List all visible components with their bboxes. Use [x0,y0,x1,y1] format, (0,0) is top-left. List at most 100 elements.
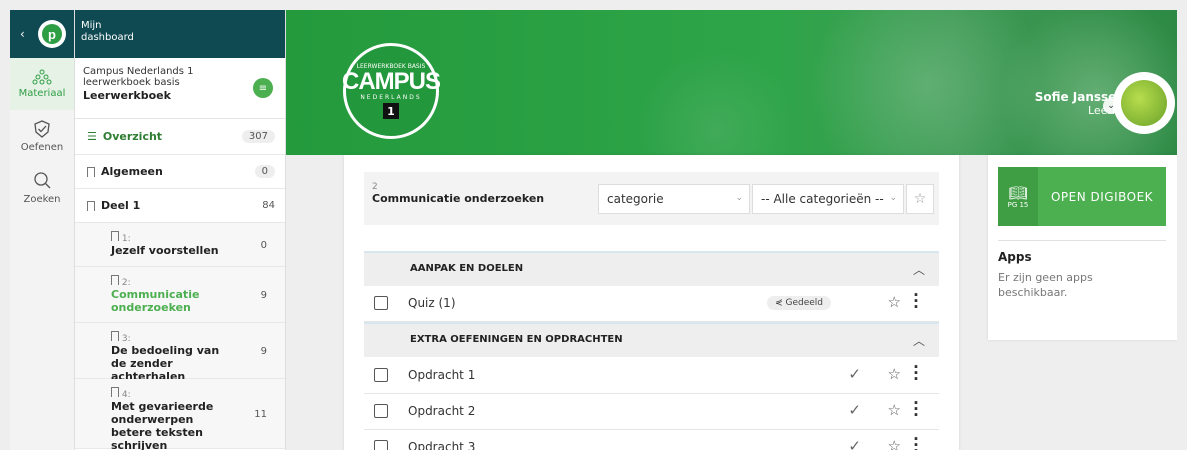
star-icon[interactable]: ☆ [888,437,901,450]
item-title: Opdracht 2 [408,404,476,418]
more-icon[interactable]: ··· [913,432,919,450]
rail-item-label: Oefenen [20,142,64,153]
item-count: 0 [254,165,275,178]
sidebar-item-label: Algemeen [101,165,163,178]
select-value: -- Alle categorieën -- [761,192,884,206]
sidebar-subitem-4[interactable]: 4: Met gevarieerde onderwerpen betere te… [75,379,285,450]
section-aanpak[interactable]: AANPAK EN DOELEN ︿ [364,251,939,286]
divider [998,240,1166,241]
star-icon[interactable]: ☆ [888,365,901,383]
subitem-number: 1: [111,231,285,244]
subitem-number: 3: [111,331,285,344]
item-title: Quiz (1) [408,296,456,310]
item-title: Opdracht 3 [408,440,476,450]
main-area: LEERWERKBOEK BASIS CAMPUS NEDERLANDS 1 S… [286,10,1177,450]
star-icon[interactable]: ☆ [888,401,901,419]
list-item-opdracht-2[interactable]: Opdracht 2 ✓ ☆ · · · [364,394,939,430]
more-icon[interactable]: ··· [913,396,919,423]
app-frame: ‹ p Materiaal Oefenen Zoeken Mijn dashbo… [10,10,1177,450]
sidebar-item-label: Overzicht [102,130,163,143]
hero-banner: LEERWERKBOEK BASIS CAMPUS NEDERLANDS 1 S… [286,10,1177,155]
checkbox-icon [374,368,388,382]
search-icon [34,172,51,189]
bookmark-icon [87,166,95,177]
list-item-opdracht-3[interactable]: Opdracht 3 ✓ ☆ ··· [364,430,939,450]
sidebar-item-overzicht[interactable]: ☰ Overzicht 307 [75,119,285,155]
more-icon[interactable]: ··· [913,360,919,387]
select-value: categorie [607,192,664,206]
nav-rail: ‹ p Materiaal Oefenen Zoeken [10,10,75,450]
book-menu-button[interactable]: ≡ [253,78,273,98]
chevron-up-icon[interactable]: ︿ [913,332,925,349]
star-icon[interactable]: ☆ [888,293,901,311]
bookmark-icon [111,331,119,341]
checkbox-icon [374,404,388,418]
share-icon: ⋞ [775,298,783,308]
bookmark-icon [111,275,119,285]
rail-header: ‹ p [10,10,74,58]
chapter-sidebar: Mijn dashboard Campus Nederlands 1 leerw… [75,10,286,450]
item-count: 11 [254,408,267,420]
check-badge-icon[interactable]: ✓ [848,437,861,450]
book-icon: 📖︎ [1008,183,1028,202]
content-card: 2 Communicatie onderzoeken categorie ⌄ -… [344,155,959,450]
campus-logo: LEERWERKBOEK BASIS CAMPUS NEDERLANDS 1 [342,43,441,139]
chapter-number: 2 [372,182,378,192]
chapter-label: 2 Communicatie onderzoeken [372,182,544,205]
app-logo[interactable]: p [38,20,66,48]
dashboard-link[interactable]: Mijn dashboard [75,10,285,58]
bookmark-icon [111,231,119,241]
more-icon[interactable]: ··· [913,288,919,315]
item-title: Opdracht 1 [408,368,476,382]
chevron-up-icon[interactable]: ︿ [913,261,925,278]
logo-number: 1 [383,103,399,119]
calendar-icon [374,296,388,310]
logo-title: CAMPUS [342,68,441,95]
sidebar-subitem-3[interactable]: 3: De bedoeling van de zender achterhale… [75,323,285,383]
check-badge-icon[interactable]: ✓ [848,401,861,419]
sidebar-subitem-1[interactable]: 1: Jezelf voorstellen 0 [75,223,285,267]
item-count: 307 [241,130,275,143]
check-badge-icon [34,120,50,138]
chevron-down-icon: ⌄ [889,193,897,203]
digiboek-label: OPEN DIGIBOEK [1050,189,1154,204]
banner-photo [637,50,797,155]
rail-item-label: Materiaal [18,88,66,99]
check-badge-icon[interactable]: ✓ [848,365,861,383]
subitem-title: Jezelf voorstellen [111,244,219,257]
shared-badge: ⋞ Gedeeld [767,296,831,310]
sidebar-subitem-2[interactable]: 2: Communicatie onderzoeken 9 [75,267,285,323]
item-count: 9 [260,345,267,357]
apps-empty-text: Er zijn geen apps beschikbaar. [998,271,1093,299]
rail-item-label: Zoeken [23,194,61,205]
star-icon: ☆ [913,191,927,207]
sidebar-item-algemeen[interactable]: Algemeen 0 [75,155,285,189]
avatar[interactable] [1113,72,1175,134]
sidebar-item-deel1[interactable]: Deel 1 84 [75,189,285,223]
subitem-title: Communicatie onderzoeken [111,288,200,314]
item-count: 9 [260,289,267,301]
logo-subtitle: NEDERLANDS [360,94,422,101]
book-header: Campus Nederlands 1 leerwerkboek basis L… [75,58,285,119]
subitem-title: Met gevarieerde onderwerpen betere tekst… [111,400,214,450]
favorite-filter-button[interactable]: ☆ [906,184,934,214]
rail-item-materiaal[interactable]: Materiaal [10,58,74,110]
chevron-down-icon[interactable]: ⌄ [1103,98,1119,114]
checkbox-icon [374,440,388,450]
book-title: Leerwerkboek [83,89,171,102]
section-extra[interactable]: EXTRA OEFENINGEN EN OPDRACHTEN ︿ [364,322,939,357]
back-button[interactable]: ‹ [20,27,32,41]
rail-item-oefenen[interactable]: Oefenen [10,110,74,162]
side-panel: 📖︎ PG 15 OPEN DIGIBOEK Apps Er zijn geen… [988,155,1177,340]
list-item-opdracht-1[interactable]: Opdracht 1 ✓ ☆ · · · [364,358,939,394]
apps-title: Apps [998,250,1032,264]
filter-bar: 2 Communicatie onderzoeken categorie ⌄ -… [364,172,939,225]
bookmark-icon [87,200,95,211]
avatar-image [1121,80,1167,126]
all-categories-select[interactable]: -- Alle categorieën -- ⌄ [752,184,904,214]
category-select[interactable]: categorie ⌄ [598,184,750,214]
dashboard-line1: Mijn [81,20,102,31]
rail-item-zoeken[interactable]: Zoeken [10,162,74,214]
list-item-quiz[interactable]: Quiz (1) ⋞ Gedeeld ☆ · · · [364,286,939,322]
open-digiboek-button[interactable]: 📖︎ PG 15 OPEN DIGIBOEK [998,167,1166,226]
